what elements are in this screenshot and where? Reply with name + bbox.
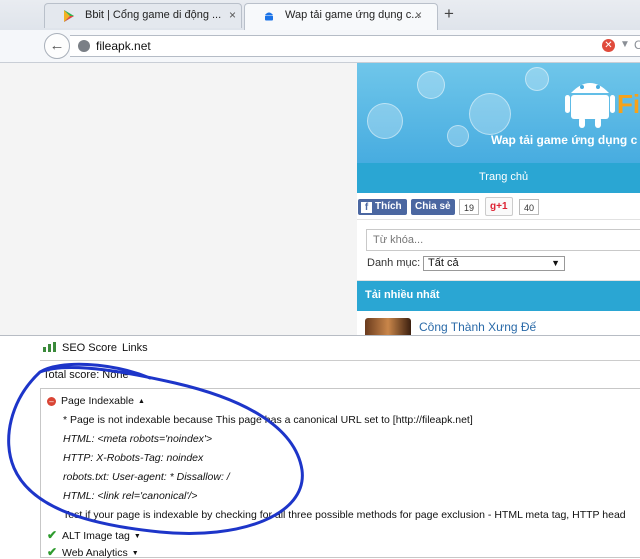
fail-icon: – [47,397,56,406]
new-tab-button[interactable]: + [444,4,454,24]
detail-line: * Page is not indexable because This pag… [63,414,473,426]
share-count: 19 [459,199,480,215]
section-title: Page Indexable [61,395,134,407]
play-store-icon [64,10,74,22]
game-title-link[interactable]: Công Thành Xưng Đế [419,320,536,334]
section-web-analytics[interactable]: ✔ Web Analytics ▼ [47,545,139,559]
nav-home-link[interactable]: Trang chủ [479,171,528,183]
section-title: Web Analytics [62,547,128,559]
chevron-up-icon: ▲ [137,398,145,405]
category-label: Danh mục: [367,257,421,269]
bubble-decoration [417,71,445,99]
keyword-search-input[interactable]: Từ khóa... [366,229,640,251]
android-icon [265,12,273,21]
tab-seo-score[interactable]: SEO Score [62,342,117,354]
seo-results: – Page Indexable ▲ * Page is not indexable… [40,388,640,559]
tab-title: Wap tải game ứng dụng c... [285,9,421,21]
bubble-decoration [469,93,511,135]
google-plus-button[interactable]: g+1 [485,197,513,216]
tab-title: Bbit | Cổng game di động ... [85,9,222,21]
close-tab-icon[interactable]: × [415,8,422,22]
site-nav: Trang chủ [357,163,640,193]
chevron-down-icon: ▼ [133,533,141,540]
section-alt-image-tag[interactable]: ✔ ALT Image tag ▼ [47,528,141,542]
chevron-down-icon: ▼ [551,258,560,268]
site-banner: Fi Wap tải game ứng dụng c [357,63,640,163]
section-title: ALT Image tag [62,530,130,542]
website-view: Fi Wap tải game ứng dụng c Trang chủ f Th… [357,63,640,335]
bubble-decoration [367,103,403,139]
tab-strip: Bbit | Cổng game di động ... × Wap tải g… [0,0,640,30]
history-dropdown-icon[interactable]: ▼ [620,39,630,50]
site-logo-text: Fi [617,89,640,119]
stop-icon[interactable]: ✕ [602,39,615,52]
tab-links[interactable]: Links [122,342,148,354]
site-slogan: Wap tải game ứng dụng c [491,133,638,147]
facebook-like-label: Thích [375,201,402,212]
google-plus-count: 40 [519,199,540,215]
top-downloads-header: Tải nhiều nhất [357,281,640,311]
seo-devtools-panel: SEO Score Links Total score: None – Page … [0,335,640,559]
tab-bbit[interactable]: Bbit | Cổng game di động ... × [44,3,242,28]
social-buttons: f Thích Chia sẻ 19 g+1 40 [357,194,640,218]
category-select[interactable]: Tất cả ▼ [423,256,565,271]
bubble-decoration [525,67,549,91]
game-thumbnail[interactable] [365,318,411,335]
back-arrow-icon: ← [49,37,65,54]
facebook-icon: f [361,202,372,213]
category-value: Tất cả [428,257,459,269]
search-panel: Từ khóa... Danh mục: Tất cả ▼ [357,219,640,281]
facebook-like-button[interactable]: f Thích [358,199,407,215]
url-text[interactable]: fileapk.net [96,39,151,53]
navigation-bar: ← fileapk.net ✕ ▼ C [0,30,640,63]
reload-icon[interactable]: C [634,38,640,52]
pass-icon: ✔ [47,545,58,559]
detail-line: HTTP: X-Robots-Tag: noindex [63,452,204,464]
detail-line: HTML: <meta robots='noindex'> [63,433,213,445]
panel-tabs: SEO Score Links [40,338,640,361]
globe-icon [78,40,90,52]
android-logo-icon [565,83,615,128]
detail-line: HTML: <link rel='canonical'/> [63,490,198,502]
total-score: Total score: None [43,369,129,381]
facebook-share-button[interactable]: Chia sẻ [411,199,455,215]
page-background [0,63,357,335]
address-bar[interactable]: fileapk.net ✕ ▼ C [70,35,640,57]
top-downloads-title: Tải nhiều nhất [365,289,440,301]
close-tab-icon[interactable]: × [229,8,236,22]
section-page-indexable[interactable]: – Page Indexable ▲ [47,395,145,407]
tab-fileapk[interactable]: Wap tải game ứng dụng c... × [244,3,438,30]
detail-line: Test if your page is indexable by checki… [63,509,626,521]
seo-score-icon [43,342,56,352]
bubble-decoration [447,125,469,147]
detail-line: robots.txt: User-agent: * Dissallow: / [63,471,230,483]
back-button[interactable]: ← [44,33,70,59]
pass-icon: ✔ [47,528,58,542]
